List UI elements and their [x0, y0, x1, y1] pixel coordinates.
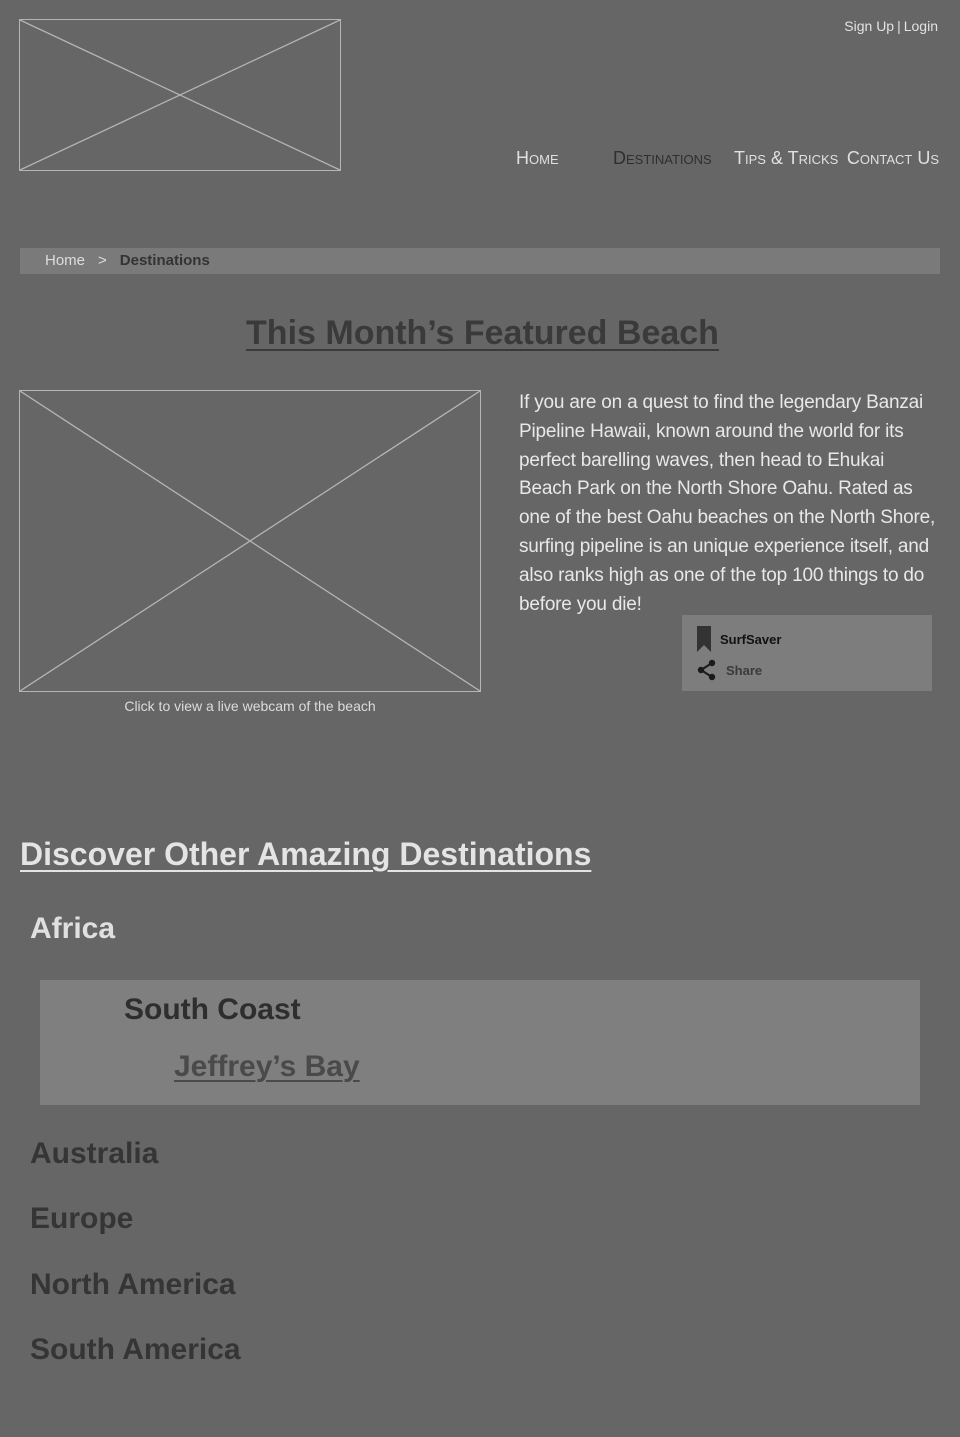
- surfsaver-button[interactable]: SurfSaver: [697, 626, 781, 652]
- subregion-south-coast[interactable]: South Coast: [124, 993, 301, 1027]
- featured-beach-title: This Month’s Featured Beach: [246, 314, 719, 352]
- bookmark-icon: [697, 626, 711, 652]
- logo-image-placeholder[interactable]: [19, 19, 341, 171]
- surfsaver-label: SurfSaver: [720, 631, 782, 647]
- save-share-widget: SurfSaver Share: [682, 615, 932, 691]
- placeholder-cross-icon: [20, 391, 480, 691]
- placeholder-cross-icon: [20, 20, 340, 170]
- region-south-america[interactable]: South America: [30, 1333, 241, 1367]
- region-north-america[interactable]: North America: [30, 1268, 236, 1302]
- nav-item-contact-us[interactable]: Contact Us: [847, 148, 939, 169]
- region-australia[interactable]: Australia: [30, 1137, 158, 1171]
- region-africa[interactable]: Africa: [30, 912, 115, 946]
- auth-separator: |: [897, 18, 901, 34]
- webcam-caption: Click to view a live webcam of the beach: [124, 698, 376, 714]
- share-button[interactable]: Share: [697, 659, 762, 681]
- featured-description: If you are on a quest to find the legend…: [519, 392, 936, 615]
- login-link[interactable]: Login: [904, 18, 938, 34]
- breadcrumb-current: Destinations: [119, 252, 210, 269]
- signup-link[interactable]: Sign Up: [844, 18, 894, 34]
- auth-links: Sign Up | Login: [844, 18, 938, 34]
- nav-item-tips-tricks[interactable]: Tips & Tricks: [734, 148, 838, 169]
- breadcrumb: Home > Destinations: [20, 248, 940, 274]
- share-label: Share: [726, 662, 763, 678]
- discover-destinations-title: Discover Other Amazing Destinations: [20, 836, 592, 872]
- region-europe[interactable]: Europe: [30, 1202, 133, 1236]
- share-icon: [697, 659, 716, 681]
- nav-item-home[interactable]: Home: [516, 148, 559, 169]
- africa-expanded-panel: South Coast Jeffrey’s Bay: [40, 980, 920, 1105]
- breadcrumb-home-link[interactable]: Home: [45, 252, 85, 269]
- webcam-image-placeholder[interactable]: [19, 390, 481, 692]
- nav-item-destinations[interactable]: Destinations: [613, 148, 712, 169]
- breadcrumb-separator: >: [98, 252, 107, 269]
- beach-link-jeffreys-bay[interactable]: Jeffrey’s Bay: [174, 1050, 360, 1084]
